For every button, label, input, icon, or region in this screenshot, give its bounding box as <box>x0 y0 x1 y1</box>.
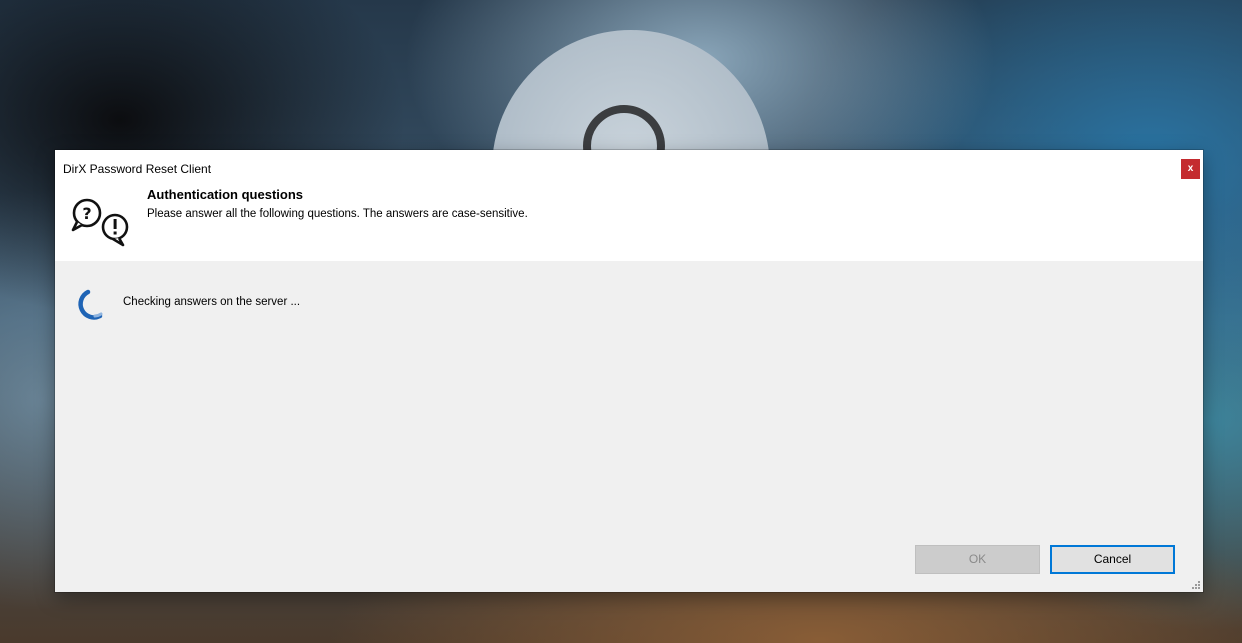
page-title: Authentication questions <box>147 187 303 202</box>
page-subtitle: Please answer all the following question… <box>147 208 528 220</box>
loading-spinner-icon <box>78 289 103 320</box>
status-message: Checking answers on the server ... <box>123 296 301 308</box>
resize-grip-icon[interactable] <box>1191 580 1201 590</box>
dialog-header: DirX Password Reset Client x ? Authentic… <box>55 150 1203 261</box>
window-title: DirX Password Reset Client <box>63 162 212 176</box>
password-reset-dialog: DirX Password Reset Client x ? Authentic… <box>55 150 1203 592</box>
question-answer-bubbles-icon: ? <box>71 198 129 247</box>
close-button[interactable]: x <box>1181 159 1200 179</box>
cancel-button[interactable]: Cancel <box>1050 545 1175 574</box>
svg-text:?: ? <box>82 204 91 223</box>
ok-button[interactable]: OK <box>915 545 1040 574</box>
